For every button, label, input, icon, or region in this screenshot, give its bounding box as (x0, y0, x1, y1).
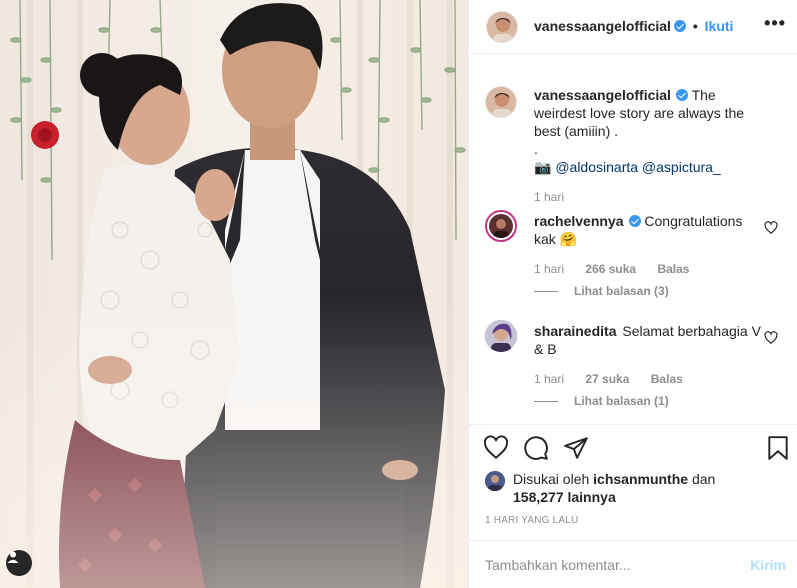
replies-line (534, 291, 558, 293)
comment-input[interactable]: Tambahkan komentar... (485, 557, 715, 573)
likes-prefix: Disukai oleh (513, 471, 590, 487)
like-heart-icon[interactable] (483, 435, 509, 461)
verified-badge-icon (628, 215, 641, 227)
caption-username[interactable]: vanessaangelofficial (534, 87, 671, 103)
comment-avatar[interactable] (485, 320, 517, 352)
save-bookmark-icon[interactable] (765, 435, 791, 461)
person-icon (7, 551, 19, 563)
avatar-image (489, 214, 513, 238)
caption-avatar[interactable] (485, 86, 517, 118)
likes-count[interactable]: 158,277 lainnya (513, 489, 616, 505)
caption-dot: . (534, 141, 538, 157)
comment-meta: 1 hari 27 suka Balas (534, 372, 701, 386)
comment-text: rachelvennya Congratulations kak 🤗 (534, 212, 764, 248)
separator-dot: • (692, 18, 698, 34)
view-replies-button[interactable]: Lihat balasan (1) (534, 394, 669, 408)
avatar-image (485, 471, 505, 491)
reply-button[interactable]: Balas (651, 372, 683, 386)
user-tag-icon[interactable] (6, 550, 32, 576)
author-username[interactable]: vanessaangelofficial (534, 18, 671, 34)
post-comment-button[interactable]: Kirim (750, 557, 786, 573)
view-replies-button[interactable]: Lihat balasan (3) (534, 284, 669, 298)
more-options-icon[interactable]: ••• (764, 13, 786, 34)
post-panel: vanessaangelofficial • Ikuti ••• vanessa… (468, 0, 797, 588)
post-header: vanessaangelofficial • Ikuti ••• (469, 0, 797, 54)
comment-timestamp[interactable]: 1 hari (534, 372, 564, 386)
likes-conj: dan (691, 471, 716, 487)
post-photo[interactable] (0, 0, 468, 588)
caption-timestamp[interactable]: 1 hari (534, 190, 564, 204)
author-avatar[interactable] (486, 11, 518, 43)
comments-list: vanessaangelofficial The weirdest love s… (469, 55, 797, 425)
comment-bubble-icon[interactable] (523, 435, 549, 461)
post-time-ago[interactable]: 1 HARI YANG LALU (485, 515, 578, 526)
follow-button[interactable]: Ikuti (705, 18, 734, 34)
author-row: vanessaangelofficial • Ikuti (534, 18, 733, 34)
verified-badge-icon (673, 20, 686, 32)
comment-username[interactable]: rachelvennya (534, 213, 624, 229)
view-replies-label: Lihat balasan (1) (574, 394, 669, 408)
avatar-image (487, 12, 517, 42)
avatar-image (486, 87, 516, 117)
verified-badge-icon (675, 89, 688, 101)
avatar-image (485, 320, 517, 352)
comment-timestamp[interactable]: 1 hari (534, 262, 564, 276)
comment-text: sharainedita Selamat berbahagia V & B (534, 322, 764, 358)
photo-image (0, 0, 468, 588)
caption-time: 1 hari (534, 190, 582, 204)
comment-username[interactable]: sharainedita (534, 323, 616, 339)
share-paper-plane-icon[interactable] (563, 435, 589, 461)
caption-text: vanessaangelofficial The weirdest love s… (534, 86, 764, 176)
view-replies-label: Lihat balasan (3) (574, 284, 669, 298)
comment-likes[interactable]: 27 suka (585, 372, 629, 386)
liker-username[interactable]: ichsanmunthe (593, 471, 688, 487)
add-comment-bar: Tambahkan komentar... Kirim (469, 540, 797, 588)
caption-mentions[interactable]: @aldosinarta @aspictura_ (555, 159, 720, 175)
replies-line (534, 401, 558, 403)
comment-likes[interactable]: 266 suka (585, 262, 636, 276)
post-actions: Disukai oleh ichsanmunthe dan 158,277 la… (469, 424, 797, 546)
comment-meta: 1 hari 266 suka Balas (534, 262, 707, 276)
comment-like-heart-icon[interactable] (764, 221, 778, 235)
comment-avatar[interactable] (485, 210, 517, 242)
reply-button[interactable]: Balas (657, 262, 689, 276)
camera-icon: 📷 (534, 159, 552, 175)
liker-avatar[interactable] (485, 471, 505, 491)
comment-like-heart-icon[interactable] (764, 331, 778, 345)
likes-text: Disukai oleh ichsanmunthe dan 158,277 la… (513, 470, 783, 506)
